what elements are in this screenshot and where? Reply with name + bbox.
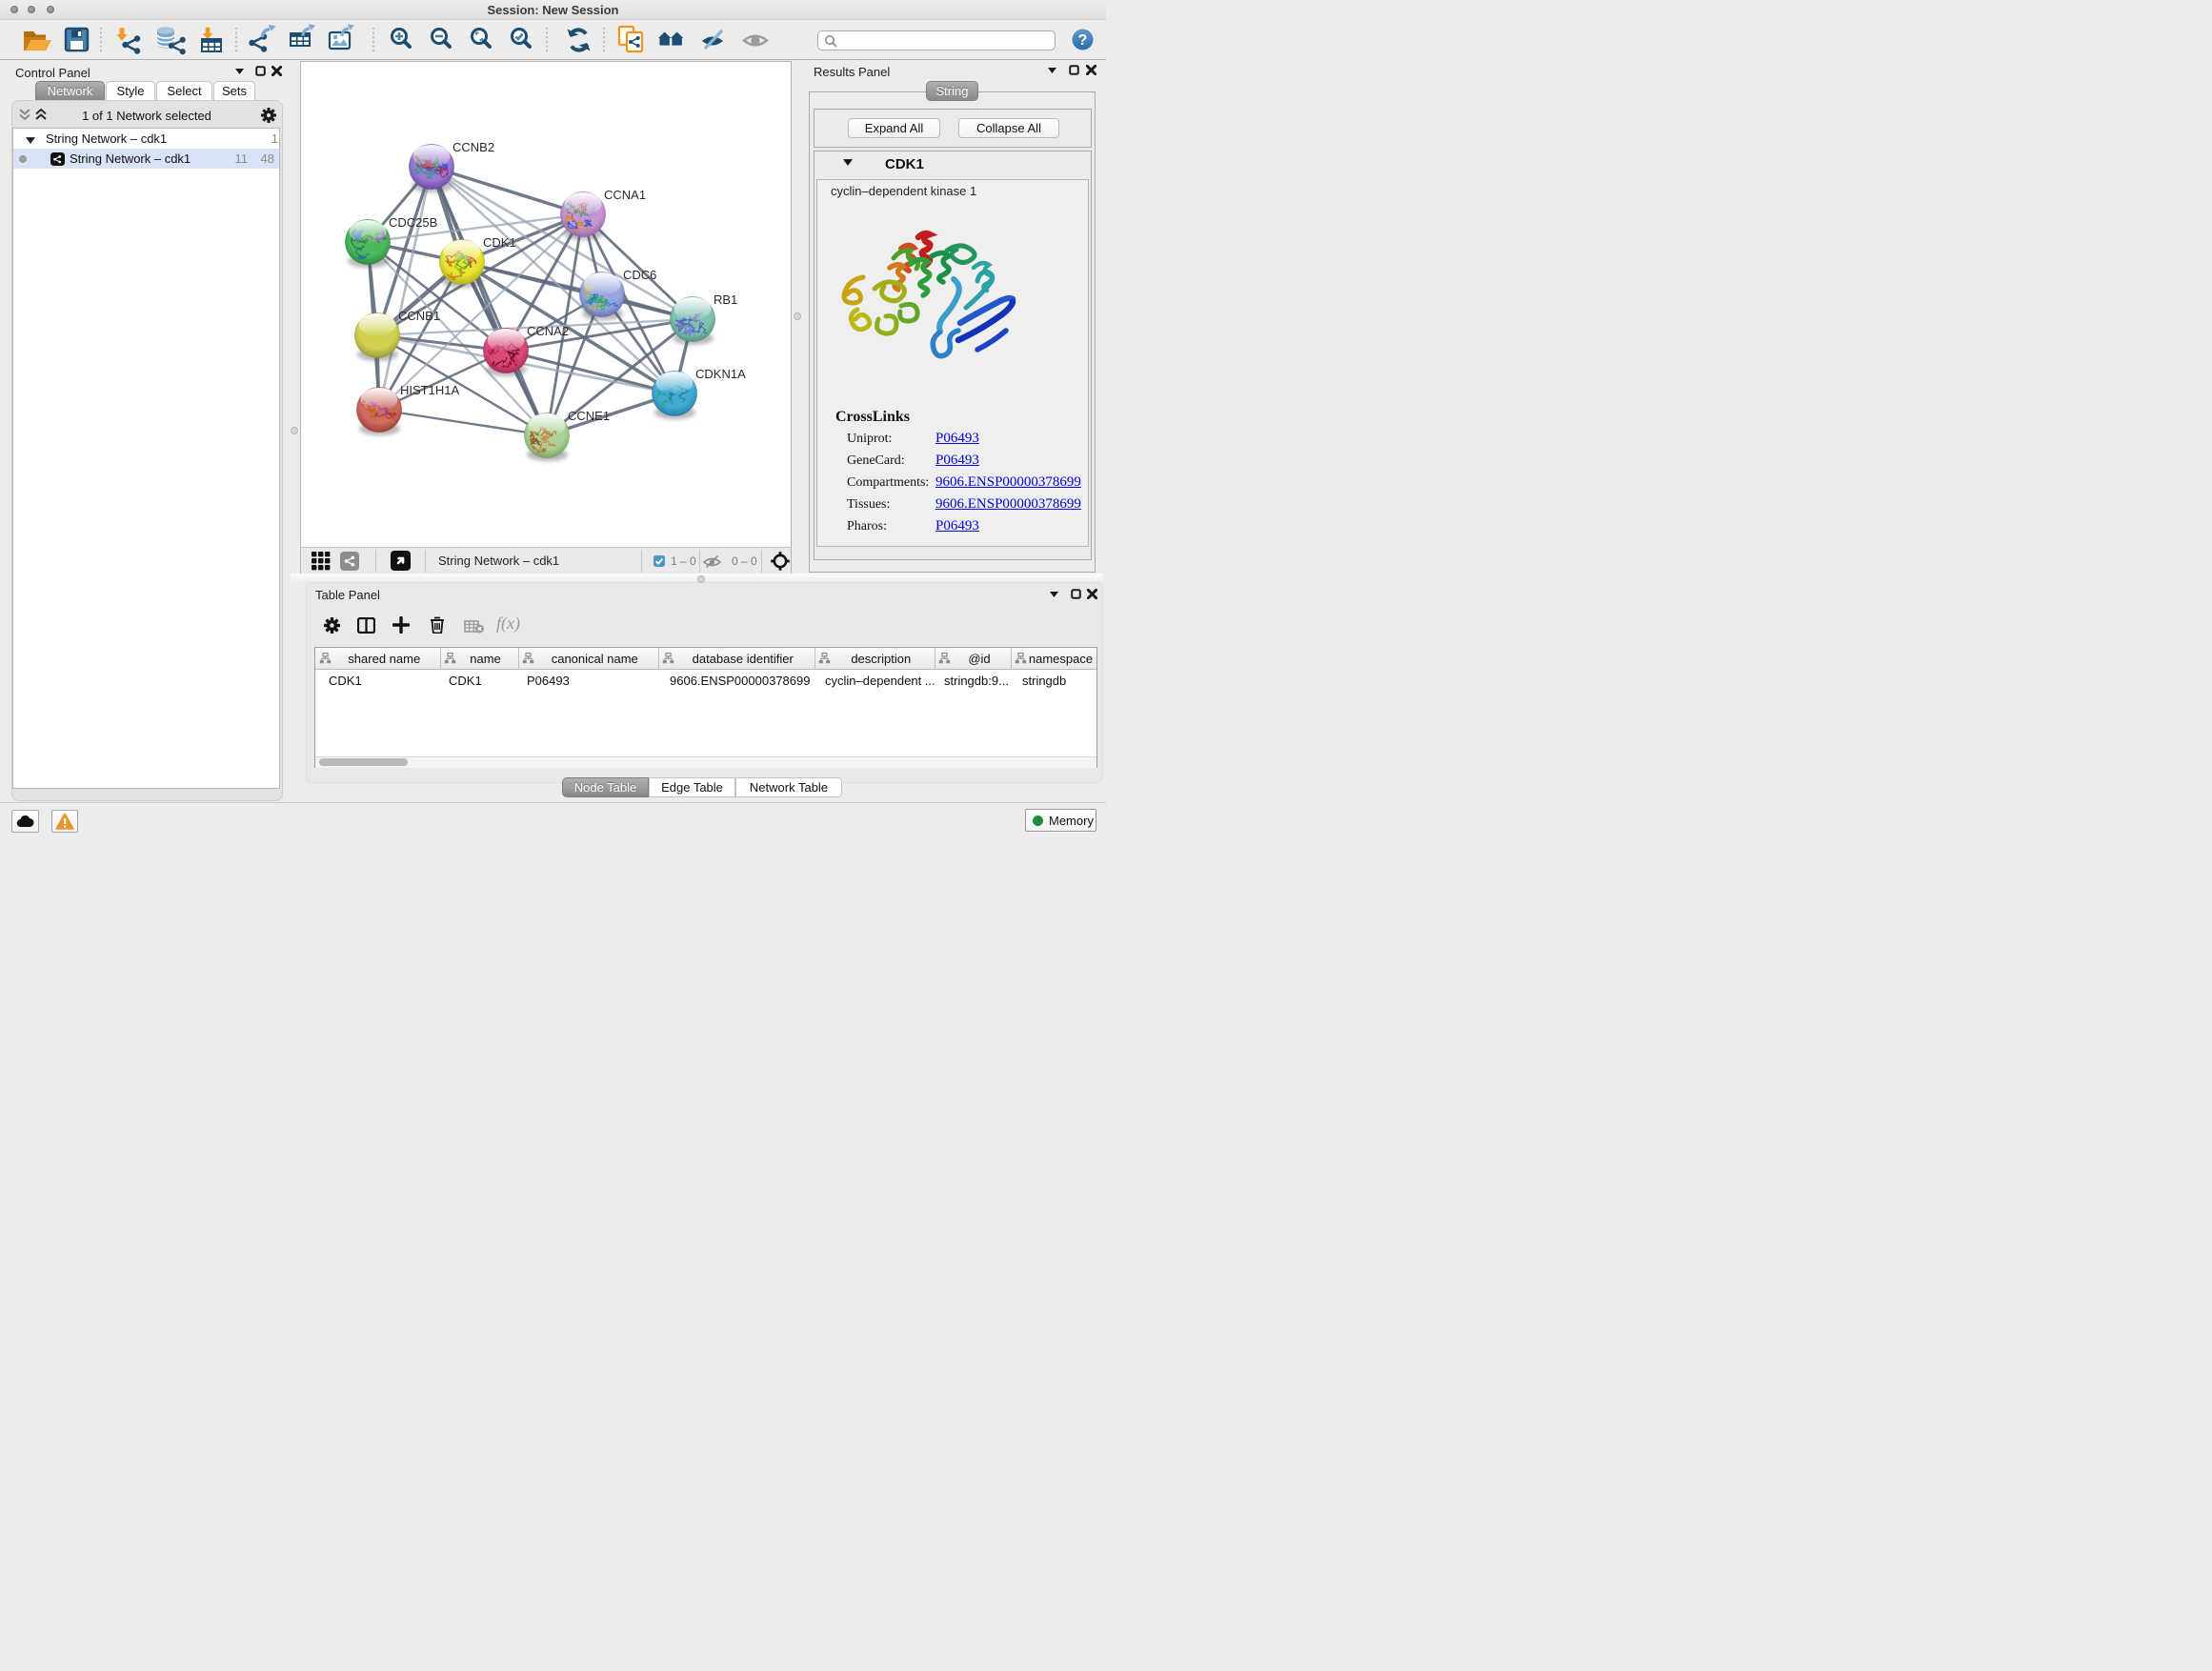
svg-text:HIST1H1A: HIST1H1A	[400, 383, 459, 397]
svg-text:CDC6: CDC6	[623, 268, 656, 282]
svg-text:CCNE1: CCNE1	[568, 409, 610, 423]
svg-text:CCNB2: CCNB2	[452, 140, 494, 154]
svg-text:CCNB1: CCNB1	[398, 309, 440, 323]
svg-text:CCNA1: CCNA1	[604, 188, 646, 202]
svg-text:CDC25B: CDC25B	[389, 215, 437, 230]
svg-text:CDKN1A: CDKN1A	[695, 367, 746, 381]
svg-text:?: ?	[1078, 32, 1088, 49]
svg-text:CCNA2: CCNA2	[527, 324, 569, 338]
svg-text:CDK1: CDK1	[483, 235, 516, 250]
svg-text:RB1: RB1	[714, 292, 737, 307]
